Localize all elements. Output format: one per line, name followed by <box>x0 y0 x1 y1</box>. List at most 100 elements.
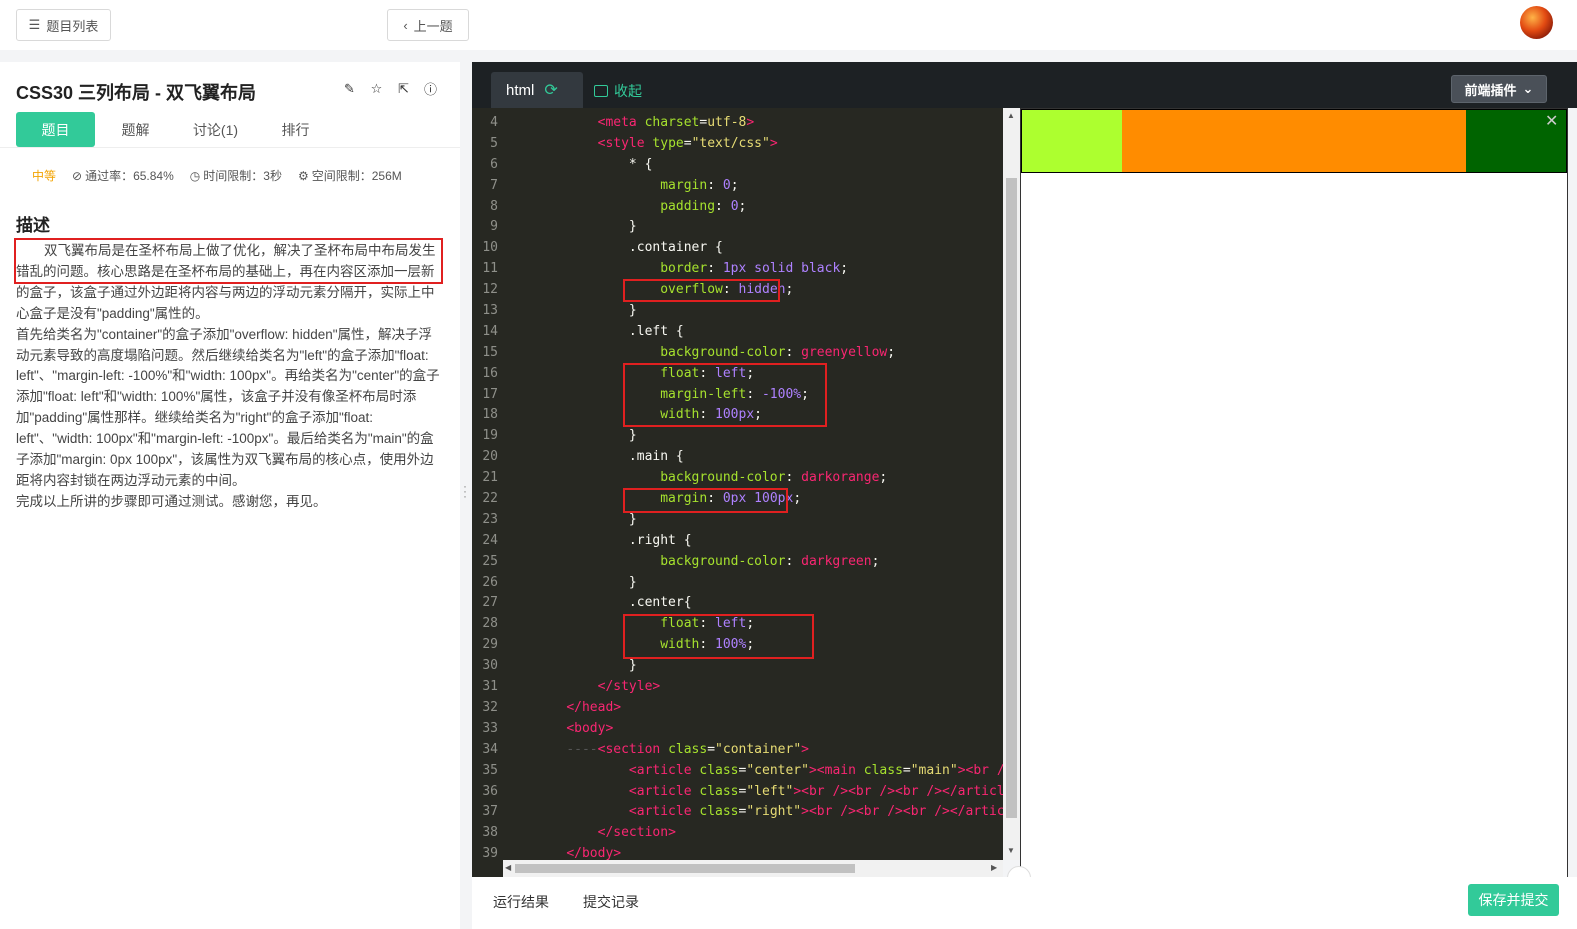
top-bar: ☰ 题目列表 ‹ 上一题 <box>0 0 1577 50</box>
code-line: 17 margin-left: -100%; <box>472 385 1003 406</box>
code-line: 4 <meta charset=utf-8> <box>472 113 1003 134</box>
chevron-down-icon: ⌄ <box>1522 81 1534 96</box>
drag-handle-icon[interactable]: · · · <box>463 480 467 502</box>
code-line: 32 </head> <box>472 698 1003 719</box>
code-text: </section> <box>597 825 676 841</box>
code-text: </body> <box>566 846 622 860</box>
tab-1[interactable]: 题解 <box>96 112 175 147</box>
run-result-tab[interactable]: 运行结果 <box>493 892 549 912</box>
tab-3[interactable]: 排行 <box>256 112 335 147</box>
code-text: <article class="center"><main class="mai… <box>628 762 1003 778</box>
scroll-down-icon[interactable]: ▼ <box>1007 846 1015 855</box>
bottom-bar: 运行结果 提交记录 保存并提交 <box>472 877 1577 929</box>
code-text: } <box>628 658 637 674</box>
editor-vertical-scrollbar[interactable]: ▲ ▼ <box>1003 108 1020 860</box>
line-number: 27 <box>482 595 498 611</box>
scrollbar-thumb[interactable] <box>1006 178 1017 818</box>
line-number: 8 <box>490 198 498 214</box>
problem-list-button[interactable]: ☰ 题目列表 <box>16 9 111 41</box>
code-line: 15 background-color: greenyellow; <box>472 343 1003 364</box>
code-text: .main { <box>628 449 684 465</box>
scroll-right-icon[interactable]: ▶ <box>991 863 997 872</box>
code-text: margin: 0px 100px; <box>660 491 802 507</box>
tab-0[interactable]: 题目 <box>16 112 95 147</box>
code-text: .left { <box>628 323 684 339</box>
code-text: margin-left: -100%; <box>660 386 809 402</box>
pass-rate: ⊘ 通过率：65.84% <box>72 167 174 184</box>
collapse-button[interactable]: 收起 <box>594 81 642 101</box>
preview-pane: ✕ <box>1020 108 1568 878</box>
code-line: 8 padding: 0; <box>472 197 1003 218</box>
line-number: 36 <box>482 783 498 799</box>
line-number: 26 <box>482 574 498 590</box>
line-number: 5 <box>490 135 498 151</box>
title-toolbar: ✎ ☆ ⇱ ⓘ <box>342 81 438 98</box>
problem-tabs: 题目 题解 讨论(1) 排行 <box>16 112 336 147</box>
line-number: 4 <box>490 115 498 130</box>
code-editor[interactable]: 4 <meta charset=utf-8> 5 <style type="tex… <box>472 108 1003 860</box>
code-line: 29 width: 100%; <box>472 635 1003 656</box>
line-number: 23 <box>482 511 498 527</box>
editor-horizontal-scrollbar[interactable]: ◀ ▶ <box>503 860 1003 877</box>
pass-rate-text: 通过率：65.84% <box>85 169 174 183</box>
code-text: ----<section class="container"> <box>566 741 809 757</box>
code-line: 36 <article class="left"><br /><br /><br… <box>472 782 1003 803</box>
info-icon[interactable]: ⓘ <box>423 81 438 97</box>
code-text: padding: 0; <box>660 198 747 214</box>
code-text: } <box>628 511 637 527</box>
problem-panel: CSS30 三列布局 - 双飞翼布局 ✎ ☆ ⇱ ⓘ 题目 题解 讨论(1) 排行 中… <box>0 62 460 929</box>
tabs-divider <box>0 147 460 148</box>
gutter-corner <box>472 860 503 877</box>
chevron-left-icon: ‹ <box>403 17 408 33</box>
code-line: 19 } <box>472 426 1003 447</box>
line-number: 11 <box>482 261 498 277</box>
code-line: 27 .center{ <box>472 593 1003 614</box>
line-number: 14 <box>482 323 498 339</box>
tab-2[interactable]: 讨论(1) <box>176 112 255 147</box>
line-number: 31 <box>482 679 498 695</box>
previous-problem-button[interactable]: ‹ 上一题 <box>387 9 469 41</box>
share-icon[interactable]: ⇱ <box>396 81 411 96</box>
code-text: .center{ <box>628 595 692 611</box>
frontend-plugin-dropdown[interactable]: 前端插件 ⌄ <box>1451 75 1547 103</box>
clock-icon: ◷ <box>189 168 201 183</box>
code-line: 31 </style> <box>472 677 1003 698</box>
star-icon[interactable]: ☆ <box>369 81 384 96</box>
line-number: 29 <box>482 637 498 653</box>
line-number: 10 <box>482 240 498 256</box>
code-line: 16 float: left; <box>472 364 1003 385</box>
save-submit-button[interactable]: 保存并提交 <box>1468 884 1559 916</box>
submit-record-tab[interactable]: 提交记录 <box>583 892 639 912</box>
line-number: 7 <box>490 177 498 193</box>
previous-problem-label: 上一题 <box>413 18 453 34</box>
scrollbar-thumb[interactable] <box>515 864 855 873</box>
tab-html[interactable]: html ⟳ <box>491 72 583 108</box>
refresh-icon[interactable]: ⟳ <box>544 80 557 100</box>
close-icon[interactable]: ✕ <box>1545 111 1558 131</box>
edit-icon[interactable]: ✎ <box>342 81 357 96</box>
code-text: .right { <box>628 532 692 548</box>
code-text: <article class="right"><br /><br /><br /… <box>628 804 1003 820</box>
code-line: 10 .container { <box>472 238 1003 259</box>
collapse-label: 收起 <box>614 83 642 99</box>
code-line: 39 </body> <box>472 844 1003 860</box>
code-line: 33 <body> <box>472 719 1003 740</box>
line-number: 39 <box>482 846 498 860</box>
difficulty-badge: 中等 <box>32 169 57 183</box>
line-number: 22 <box>482 491 498 507</box>
code-text: } <box>628 574 637 590</box>
code-text: <meta charset=utf-8> <box>597 115 755 130</box>
code-line: 20 .main { <box>472 447 1003 468</box>
line-number: 32 <box>482 699 498 715</box>
line-number: 34 <box>482 741 498 757</box>
line-number: 12 <box>482 282 498 298</box>
scroll-left-icon[interactable]: ◀ <box>505 863 511 872</box>
preview-left-column <box>1022 110 1122 172</box>
code-line: 12 overflow: hidden; <box>472 280 1003 301</box>
line-number: 21 <box>482 470 498 486</box>
scroll-up-icon[interactable]: ▲ <box>1007 111 1015 120</box>
check-circle-icon: ⊘ <box>72 168 83 183</box>
preview-container <box>1021 109 1567 173</box>
avatar[interactable] <box>1520 6 1553 39</box>
code-line: 30 } <box>472 656 1003 677</box>
